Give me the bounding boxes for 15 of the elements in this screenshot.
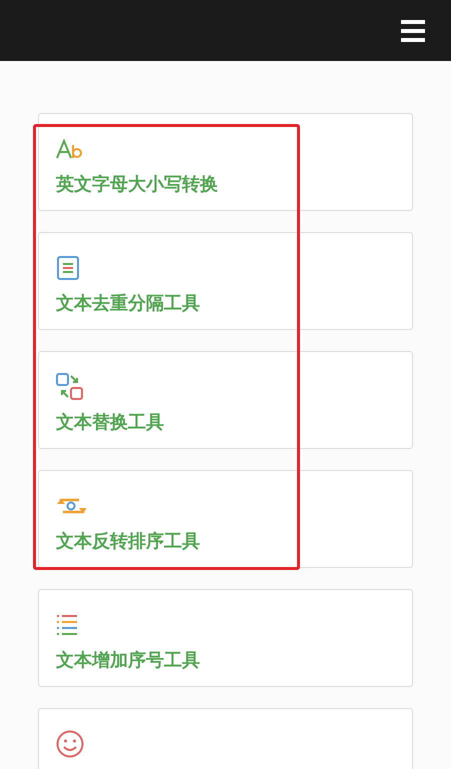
tool-title[interactable]: 英文字母大小写转换: [56, 172, 218, 196]
menu-icon[interactable]: [401, 20, 425, 42]
tool-title[interactable]: 文本替换工具: [56, 410, 164, 434]
tool-title[interactable]: 文本反转排序工具: [56, 529, 200, 553]
tool-card[interactable]: 文本去重分隔工具: [38, 232, 413, 330]
list-icon: [56, 613, 78, 637]
tool-title[interactable]: 文本增加序号工具: [56, 648, 200, 672]
tool-card[interactable]: 文本增加序号工具: [38, 589, 413, 687]
tool-card[interactable]: 文本反转排序工具: [38, 470, 413, 568]
tool-card[interactable]: 文本替换工具: [38, 351, 413, 449]
tool-title[interactable]: 文本去重分隔工具: [56, 291, 200, 315]
swap-icon: [56, 373, 84, 401]
document-icon: [56, 255, 80, 281]
smiley-icon: [56, 730, 84, 758]
tool-card[interactable]: 英文字母大小写转换: [38, 113, 413, 211]
